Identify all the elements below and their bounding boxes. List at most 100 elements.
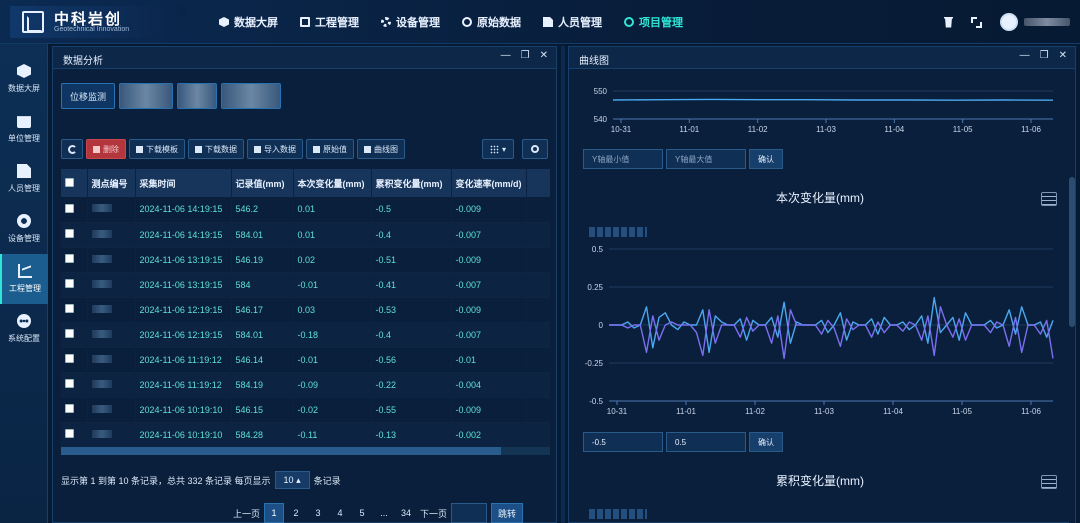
row-select-cell[interactable] [61,397,88,423]
table-row[interactable]: 2024-11-06 11:19:12 546.14 -0.01 -0.56 -0.01 [61,347,550,373]
y-min-input[interactable]: -0.5 [583,432,663,452]
chip-displacement[interactable]: 位移监测 [61,83,116,109]
page-button[interactable]: 34 [396,503,416,523]
row-select-cell[interactable] [61,272,88,298]
columns-toggle-button[interactable]: ▾ [482,139,514,159]
table-cell: -0.02 [293,397,372,423]
page-button[interactable]: 2 [286,503,306,523]
row-select-cell[interactable] [61,322,88,348]
table-row[interactable]: 2024-11-06 12:19:15 546.17 0.03 -0.53 -0.009 [61,297,550,323]
logo[interactable]: 中科岩创 Geotechnical Innovation [10,6,188,38]
row-checkbox[interactable] [65,329,74,338]
maximize-icon[interactable]: ❐ [1040,50,1049,61]
column-header[interactable]: 测点编号 [87,169,136,197]
page-button[interactable]: 3 [308,503,328,523]
table-row[interactable]: 2024-11-06 12:19:15 584.01 -0.18 -0.4 -0.007 [61,322,550,348]
user-menu[interactable] [1000,13,1070,31]
sidebar-item-units[interactable]: 单位管理 [0,104,48,154]
next-page-button[interactable]: 下一页 [420,503,447,523]
row-checkbox[interactable] [65,379,74,388]
chart-menu-button[interactable] [1041,192,1057,206]
page-button[interactable]: 4 [330,503,350,523]
close-icon[interactable]: ✕ [540,50,548,61]
nav-item-dashboard[interactable]: 数据大屏 [208,0,289,44]
fullscreen-icon[interactable] [971,16,982,28]
select-all-cell[interactable] [61,169,88,197]
column-header[interactable]: 采集时间 [135,169,232,197]
scrollbar-thumb[interactable] [61,447,501,455]
row-select-cell[interactable] [61,372,88,398]
nav-item-devices[interactable]: 设备管理 [370,0,451,44]
row-checkbox[interactable] [65,229,74,238]
download-data-button[interactable]: 下载数据 [188,139,244,159]
close-icon[interactable]: ✕ [1059,50,1067,61]
chip-redacted[interactable] [177,83,218,109]
import-data-button[interactable]: 导入数据 [247,139,303,159]
prev-page-button[interactable]: 上一页 [233,503,260,523]
refresh-button[interactable] [61,139,83,159]
row-select-cell[interactable] [61,197,88,223]
sidebar-item-dashboard[interactable]: 数据大屏 [0,54,48,104]
select-all-checkbox[interactable] [65,177,74,187]
table-row[interactable]: 2024-11-06 13:19:15 584 -0.01 -0.41 -0.007 [61,272,550,298]
panel-splitter[interactable] [561,46,565,523]
row-select-cell[interactable] [61,347,88,373]
download-template-button[interactable]: 下载模板 [129,139,185,159]
table-row[interactable]: 2024-11-06 13:19:15 546.19 0.02 -0.51 -0.009 [61,247,550,273]
sidebar-item-settings[interactable]: 系统配置 [0,304,48,354]
table-row[interactable]: 2024-11-06 14:19:15 584.01 0.01 -0.4 -0.007 [61,222,550,248]
maximize-icon[interactable]: ❐ [521,50,530,61]
nav-item-raw-data[interactable]: 原始数据 [451,0,532,44]
page-size-select[interactable]: 10 ▴ [274,471,310,489]
row-select-cell[interactable] [61,422,88,448]
confirm-button[interactable]: 确认 [749,149,783,169]
row-checkbox[interactable] [65,203,74,213]
page-button[interactable]: 1 [264,503,285,523]
row-checkbox[interactable] [65,304,74,313]
row-select-cell[interactable] [61,247,88,273]
panel-title: 曲线图 [579,56,609,67]
row-select-cell[interactable] [61,297,88,323]
curve-chart-button[interactable]: 曲线图 [357,139,405,159]
page-button[interactable]: 5 [352,503,372,523]
chart-menu-button[interactable] [1041,475,1057,489]
trash-icon[interactable] [944,16,953,28]
nav-item-label: 数据大屏 [234,17,278,29]
column-header[interactable]: 记录值(mm) [231,169,294,197]
minimize-icon[interactable]: — [1020,50,1030,61]
row-checkbox[interactable] [65,279,74,288]
nav-item-personnel[interactable]: 人员管理 [532,0,613,44]
page-jump-input[interactable] [451,503,488,523]
search-button[interactable] [522,139,548,159]
y-min-input[interactable]: Y轴最小值 [583,149,663,169]
horizontal-scrollbar[interactable] [61,447,550,455]
y-max-input[interactable]: 0.5 [666,432,746,452]
row-select-cell[interactable] [61,222,88,248]
row-checkbox[interactable] [65,429,74,438]
sidebar-item-personnel[interactable]: 人员管理 [0,154,48,204]
column-header[interactable]: 累积变化量(mm) [371,169,452,197]
nav-item-projects[interactable]: 项目管理 [613,0,694,44]
minimize-icon[interactable]: — [501,50,511,61]
scrollbar-thumb[interactable] [1069,177,1075,327]
jump-button[interactable]: 跳转 [491,503,524,523]
delete-button[interactable]: 删除 [86,139,126,159]
table-row[interactable]: 2024-11-06 10:19:10 546.15 -0.02 -0.55 -0.00… [61,397,550,423]
raw-value-button[interactable]: 原始值 [306,139,354,159]
chip-redacted[interactable] [221,83,282,109]
row-checkbox[interactable] [65,404,74,413]
table-row[interactable]: 2024-11-06 11:19:12 584.19 -0.09 -0.22 -0.00… [61,372,550,398]
row-checkbox[interactable] [65,354,74,363]
table-row[interactable]: 2024-11-06 10:19:10 584.28 -0.11 -0.13 -0.00… [61,422,550,448]
confirm-button[interactable]: 确认 [749,432,783,452]
sidebar-item-devices[interactable]: 设备管理 [0,204,48,254]
table-cell: -0.01 [293,347,372,373]
sidebar-item-engineering[interactable]: 工程管理 [0,254,48,304]
y-max-input[interactable]: Y轴最大值 [666,149,746,169]
row-checkbox[interactable] [65,254,74,263]
table-row[interactable]: 2024-11-06 14:19:15 546.2 0.01 -0.5 -0.009 [61,197,550,223]
column-header[interactable]: 本次变化量(mm) [293,169,372,197]
chip-redacted[interactable] [119,83,174,109]
column-header[interactable]: 变化速率(mm/d) [451,169,527,197]
nav-item-engineering[interactable]: 工程管理 [289,0,370,44]
